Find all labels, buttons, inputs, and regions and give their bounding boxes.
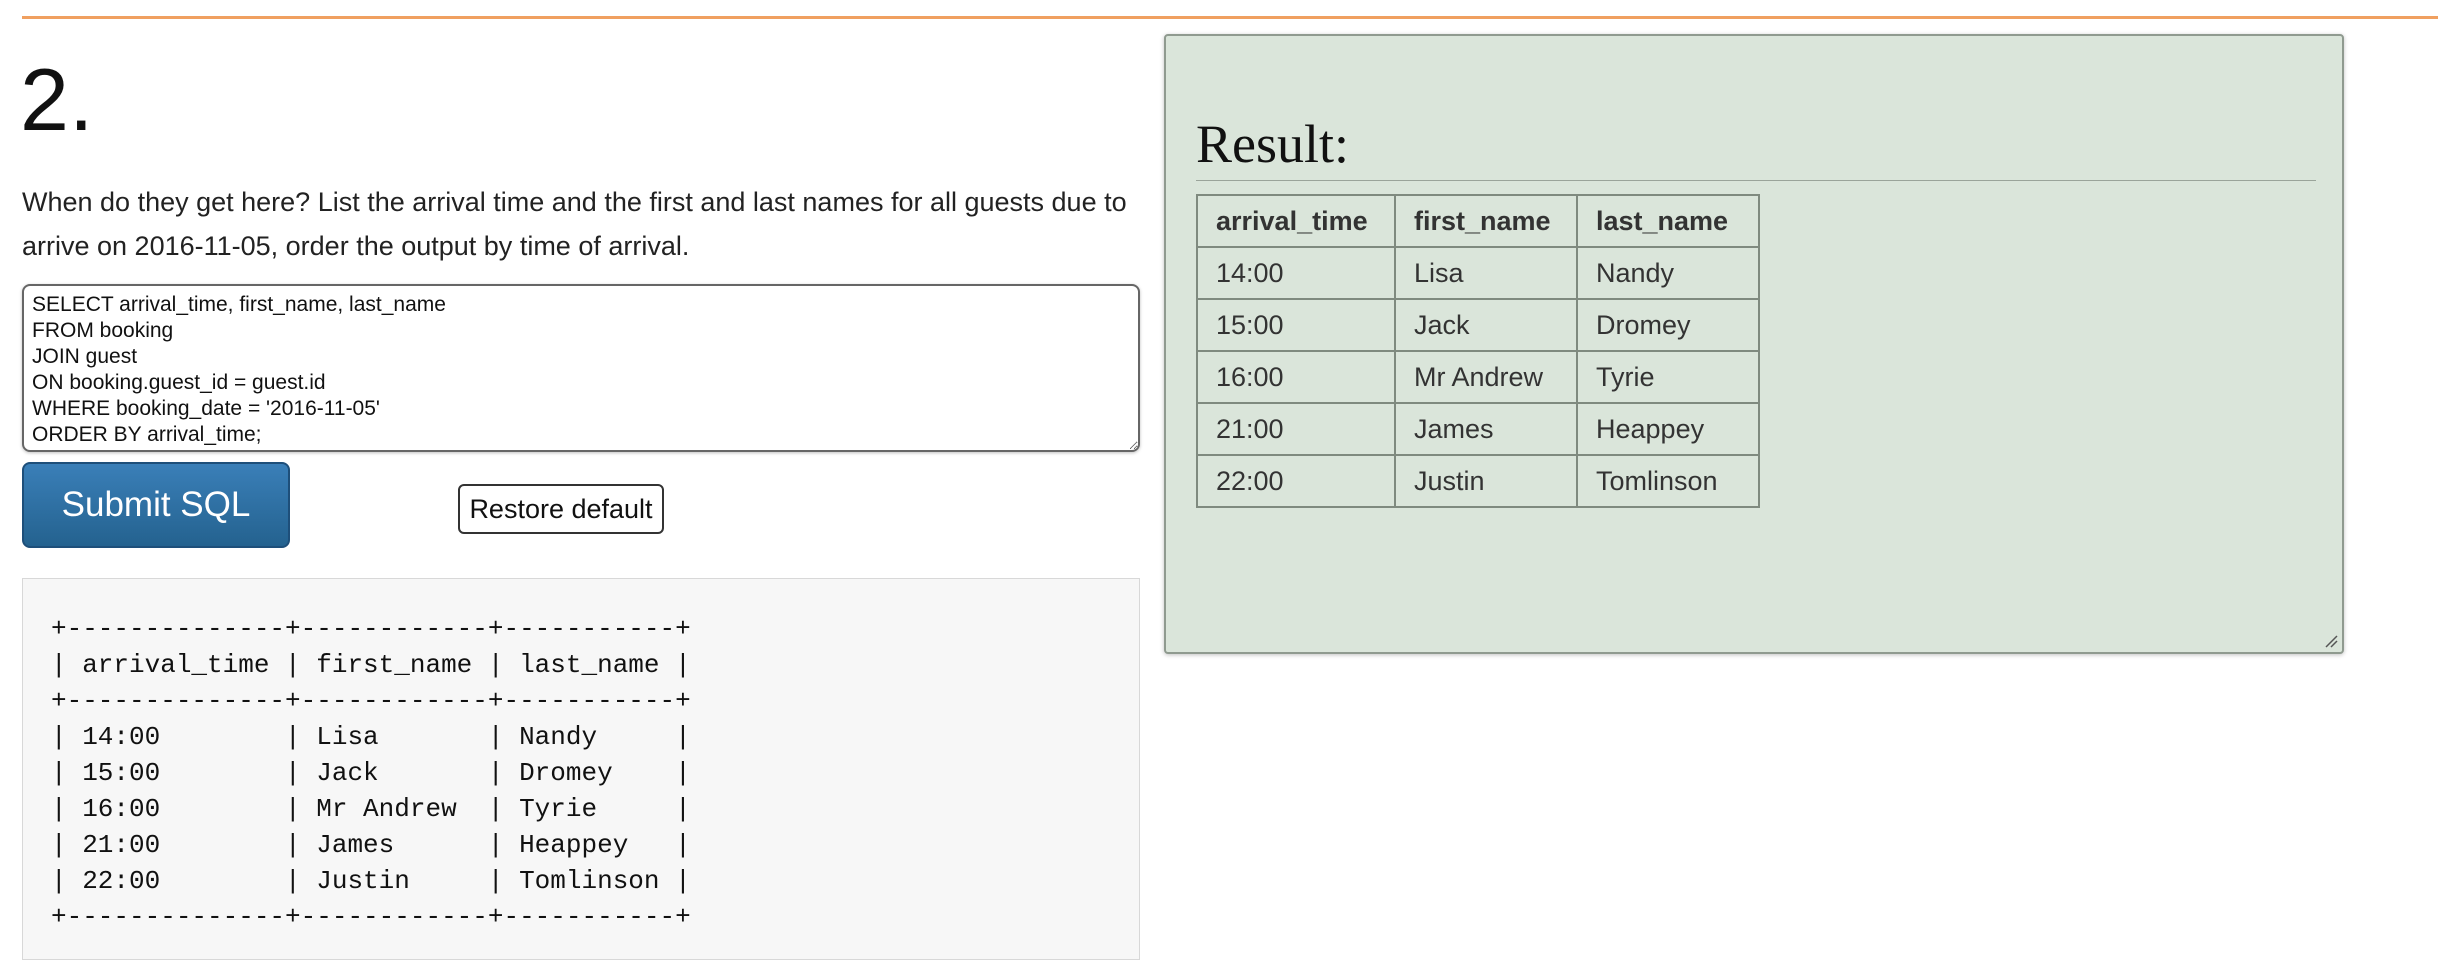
result-heading: Result: xyxy=(1196,114,1350,174)
column-header-first-name: first_name xyxy=(1394,194,1578,248)
question-number: 2. xyxy=(20,50,94,149)
cell-first-name: Justin xyxy=(1394,454,1578,508)
cell-last-name: Dromey xyxy=(1576,298,1760,352)
table-row: 14:00 Lisa Nandy xyxy=(1196,246,1760,300)
sql-editor[interactable]: SELECT arrival_time, first_name, last_na… xyxy=(22,284,1140,452)
result-panel: Result: arrival_time first_name last_nam… xyxy=(1164,34,2344,654)
cell-arrival-time: 14:00 xyxy=(1196,246,1396,300)
question-text: When do they get here? List the arrival … xyxy=(22,187,1127,261)
cell-arrival-time: 21:00 xyxy=(1196,402,1396,456)
top-divider xyxy=(22,16,2438,19)
cell-first-name: Mr Andrew xyxy=(1394,350,1578,404)
column-header-last-name: last_name xyxy=(1576,194,1760,248)
result-table: arrival_time first_name last_name 14:00 … xyxy=(1196,194,1760,508)
column-header-arrival-time: arrival_time xyxy=(1196,194,1396,248)
text-result-table: +--------------+------------+-----------… xyxy=(51,614,691,932)
cell-first-name: Lisa xyxy=(1394,246,1578,300)
cell-arrival-time: 15:00 xyxy=(1196,298,1396,352)
table-row: 21:00 James Heappey xyxy=(1196,402,1760,456)
cell-first-name: James xyxy=(1394,402,1578,456)
result-header-row: arrival_time first_name last_name xyxy=(1196,194,1760,248)
result-divider xyxy=(1196,180,2316,181)
cell-first-name: Jack xyxy=(1394,298,1578,352)
restore-default-button[interactable]: Restore default xyxy=(458,484,664,534)
cell-last-name: Nandy xyxy=(1576,246,1760,300)
cell-arrival-time: 16:00 xyxy=(1196,350,1396,404)
text-result-output: +--------------+------------+-----------… xyxy=(22,578,1140,960)
cell-last-name: Heappey xyxy=(1576,402,1760,456)
resize-grip-icon[interactable] xyxy=(2324,634,2338,648)
cell-last-name: Tyrie xyxy=(1576,350,1760,404)
cell-last-name: Tomlinson xyxy=(1576,454,1760,508)
table-row: 22:00 Justin Tomlinson xyxy=(1196,454,1760,508)
submit-sql-button[interactable]: Submit SQL xyxy=(22,462,290,548)
table-row: 15:00 Jack Dromey xyxy=(1196,298,1760,352)
cell-arrival-time: 22:00 xyxy=(1196,454,1396,508)
table-row: 16:00 Mr Andrew Tyrie xyxy=(1196,350,1760,404)
